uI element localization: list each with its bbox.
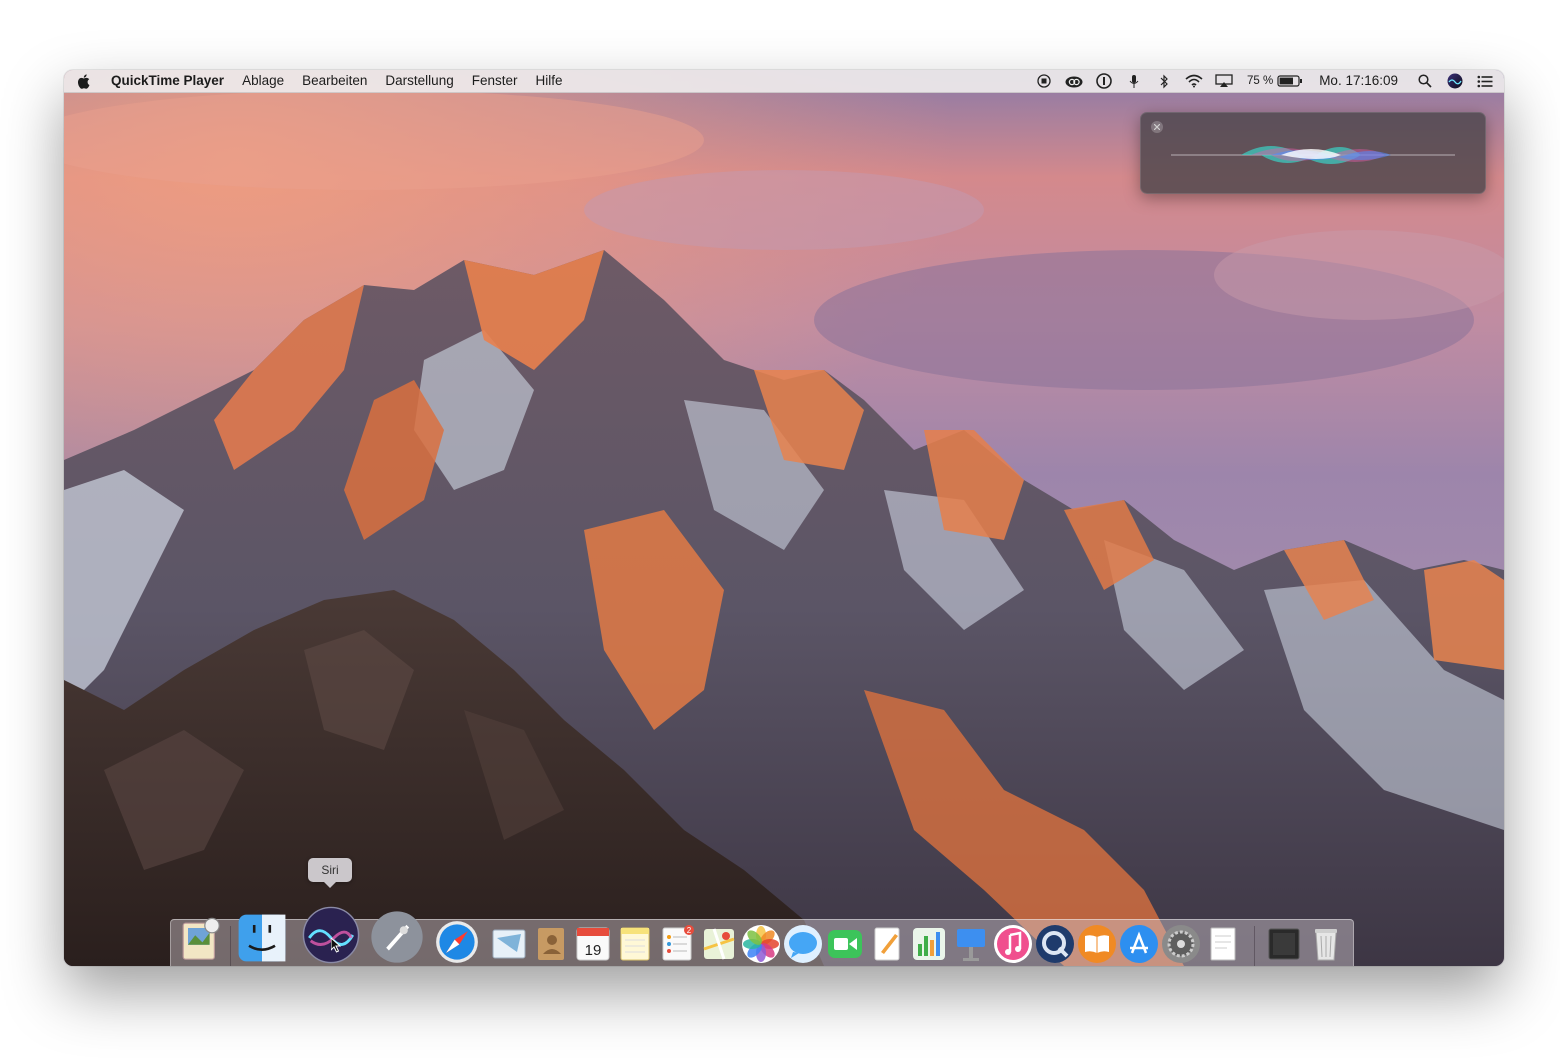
messages-icon[interactable]: [783, 924, 823, 964]
sierra-mountain-wallpaper: [64, 70, 1504, 966]
notification-center-icon[interactable]: [1470, 70, 1500, 92]
trash-icon[interactable]: [1306, 924, 1346, 964]
menu-bearbeiten[interactable]: Bearbeiten: [293, 70, 376, 92]
contacts-icon[interactable]: [531, 924, 571, 964]
photos-icon[interactable]: [741, 924, 781, 964]
wifi-icon[interactable]: [1179, 70, 1209, 92]
menu-fenster[interactable]: Fenster: [463, 70, 527, 92]
microphone-icon[interactable]: [1119, 70, 1149, 92]
siri-menubar-icon[interactable]: [1440, 70, 1470, 92]
battery-icon[interactable]: [1275, 70, 1305, 92]
menu-ablage[interactable]: Ablage: [233, 70, 293, 92]
app-store-icon[interactable]: [1119, 924, 1159, 964]
battery-percentage: 75 %: [1246, 75, 1274, 87]
airplay-icon[interactable]: [1209, 70, 1239, 92]
safari-icon[interactable]: [435, 920, 479, 964]
desktop-screen: QuickTime Player Ablage Bearbeiten Darst…: [64, 70, 1504, 966]
finder-icon[interactable]: [236, 912, 288, 964]
spotlight-search-icon[interactable]: [1410, 70, 1440, 92]
launchpad-icon[interactable]: [370, 910, 424, 964]
menubar-clock[interactable]: Mo. 17:16:09: [1313, 70, 1404, 92]
siri-listening-panel: [1140, 112, 1486, 194]
keynote-icon[interactable]: [951, 924, 991, 964]
preview-icon[interactable]: [176, 916, 224, 964]
calendar-icon[interactable]: 19: [573, 924, 613, 964]
maps-icon[interactable]: [699, 924, 739, 964]
textedit-icon[interactable]: [1203, 924, 1243, 964]
numbers-icon[interactable]: [909, 924, 949, 964]
notes-icon[interactable]: [615, 924, 655, 964]
pages-icon[interactable]: [867, 924, 907, 964]
svg-text:19: 19: [585, 942, 602, 959]
menu-bar: QuickTime Player Ablage Bearbeiten Darst…: [64, 70, 1504, 93]
dock-separator: [1254, 926, 1255, 966]
menu-darstellung[interactable]: Darstellung: [376, 70, 462, 92]
facetime-icon[interactable]: [825, 924, 865, 964]
dock-separator: [230, 926, 231, 966]
system-preferences-icon[interactable]: [1161, 924, 1201, 964]
ibooks-icon[interactable]: [1077, 924, 1117, 964]
reminders-icon[interactable]: 2: [657, 924, 697, 964]
desktop-wallpaper: [64, 70, 1504, 966]
quicktime-icon[interactable]: [1035, 924, 1075, 964]
record-icon[interactable]: [1029, 70, 1059, 92]
menu-hilfe[interactable]: Hilfe: [527, 70, 572, 92]
dock-tooltip-siri: Siri: [308, 858, 352, 888]
creative-cloud-icon[interactable]: [1059, 70, 1089, 92]
stack-folder-icon[interactable]: [1264, 924, 1304, 964]
svg-text:2: 2: [687, 926, 692, 935]
siri-icon[interactable]: [302, 906, 360, 964]
itunes-icon[interactable]: [993, 924, 1033, 964]
bluetooth-icon[interactable]: [1149, 70, 1179, 92]
mail-icon[interactable]: [489, 924, 529, 964]
apple-menu-icon[interactable]: [64, 70, 102, 92]
close-icon[interactable]: [1151, 121, 1163, 133]
1password-icon[interactable]: [1089, 70, 1119, 92]
mouse-cursor-icon: [331, 938, 341, 953]
siri-waveform: [1171, 146, 1455, 164]
app-menu-quicktime[interactable]: QuickTime Player: [102, 70, 233, 92]
